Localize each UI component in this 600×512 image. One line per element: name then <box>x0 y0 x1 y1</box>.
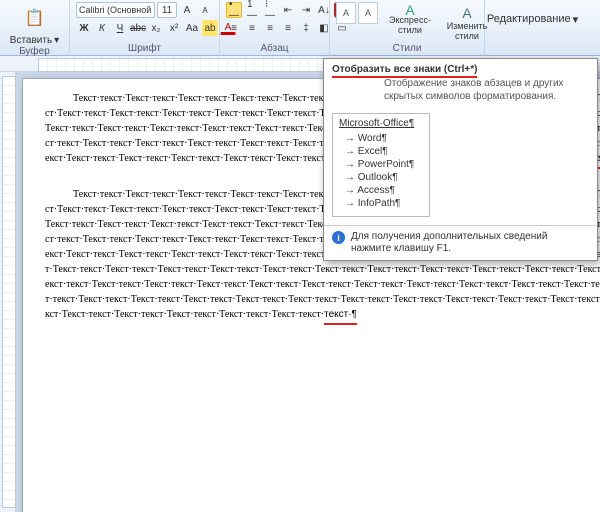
styles-row: A A A Экспресс-стили A Изменить стили <box>336 2 478 36</box>
tooltip-footer-text: Для получения дополнительных сведений на… <box>351 231 589 255</box>
tooltip-example-item: Outlook¶ <box>345 171 423 184</box>
chevron-down-icon: ▾ <box>573 13 579 26</box>
styles-group-label: Стили <box>336 43 478 54</box>
subscript-button[interactable]: x₂ <box>148 20 164 36</box>
align-center-button[interactable]: ≡ <box>244 20 260 36</box>
font-group-label: Шрифт <box>76 43 213 54</box>
align-left-button[interactable]: ≡ <box>226 20 242 36</box>
ribbon: 📋 Вставить ▾ Буфер обмена Calibri (Основ… <box>0 0 600 56</box>
editing-group-label <box>491 43 574 54</box>
info-icon: i <box>332 231 345 244</box>
ruler-vertical[interactable] <box>0 72 16 512</box>
font-row-2: Ж К Ч abc x₂ x² Aa ab A <box>76 20 213 36</box>
shrink-font-button[interactable]: A <box>197 2 213 18</box>
font-size-select[interactable]: 11 <box>157 2 177 18</box>
ribbon-group-styles: A A A Экспресс-стили A Изменить стили Ст… <box>330 0 485 56</box>
font-row-1: Calibri (Основной текст) 11 A A <box>76 2 213 18</box>
editing-label: Редактирование <box>487 13 571 25</box>
tooltip-example-item: PowerPoint¶ <box>345 158 423 171</box>
quick-styles-icon: A <box>405 5 414 15</box>
numbering-button[interactable]: 1— <box>244 2 260 18</box>
tooltip-example-item: Access¶ <box>345 184 423 197</box>
tooltip-footer: i Для получения дополнительных сведений … <box>324 225 597 260</box>
decrease-indent-button[interactable]: ⇤ <box>280 2 296 18</box>
tooltip-example-heading: Microsoft·Office¶ <box>339 118 423 129</box>
tooltip-example-box: Microsoft·Office¶ Word¶Excel¶PowerPoint¶… <box>332 113 430 217</box>
chevron-down-icon[interactable]: ▾ <box>54 35 59 46</box>
tooltip-example-item: Excel¶ <box>345 145 423 158</box>
italic-button[interactable]: К <box>94 20 110 36</box>
paste-label-row: Вставить ▾ <box>10 35 59 46</box>
bold-button[interactable]: Ж <box>76 20 92 36</box>
styles-gallery[interactable]: A A <box>336 2 378 24</box>
change-styles-icon: A <box>462 5 471 21</box>
quick-styles-button[interactable]: A Экспресс-стили <box>382 2 438 38</box>
increase-indent-button[interactable]: ⇥ <box>298 2 314 18</box>
align-right-button[interactable]: ≡ <box>262 20 278 36</box>
style-swatch-2[interactable]: A <box>358 2 378 24</box>
change-styles-label: Изменить стили <box>445 21 489 41</box>
strike-button[interactable]: abc <box>130 20 146 36</box>
tooltip-description: Отображение знаков абзацев и других скры… <box>324 77 597 109</box>
paste-button[interactable]: 📋 <box>15 2 55 34</box>
para-row-1: •— 1— ⁝— ⇤ ⇥ A↓ ¶ <box>226 2 323 18</box>
editing-row: Редактирование ▾ <box>491 2 574 36</box>
tooltip-example-item: InfoPath¶ <box>345 197 423 210</box>
tooltip-example-item: Word¶ <box>345 132 423 145</box>
line-spacing-button[interactable]: ‡ <box>298 20 314 36</box>
paste-icon: 📋 <box>25 8 45 28</box>
bullets-button[interactable]: •— <box>226 2 242 18</box>
ribbon-group-clipboard: 📋 Вставить ▾ Буфер обмена <box>0 0 70 56</box>
pilcrow-tooltip: Отобразить все знаки (Ctrl+*) Отображени… <box>323 58 598 261</box>
ribbon-group-editing: Редактирование ▾ <box>485 0 580 56</box>
editing-button[interactable]: Редактирование ▾ <box>491 12 574 27</box>
align-justify-button[interactable]: ≡ <box>280 20 296 36</box>
grow-font-button[interactable]: A <box>179 2 195 18</box>
paste-label[interactable]: Вставить <box>10 35 52 46</box>
highlight-button[interactable]: ab <box>202 20 218 36</box>
paragraph-group-label: Абзац <box>226 43 323 54</box>
superscript-button[interactable]: x² <box>166 20 182 36</box>
tooltip-example-list: Word¶Excel¶PowerPoint¶Outlook¶Access¶Inf… <box>339 132 423 210</box>
ribbon-group-paragraph: •— 1— ⁝— ⇤ ⇥ A↓ ¶ ≡ ≡ ≡ ≡ ‡ ◧ ▭ Абзац <box>220 0 330 56</box>
change-case-button[interactable]: Aa <box>184 20 200 36</box>
ribbon-group-font: Calibri (Основной текст) 11 A A Ж К Ч ab… <box>70 0 220 56</box>
para-row-2: ≡ ≡ ≡ ≡ ‡ ◧ ▭ <box>226 20 323 36</box>
multilevel-button[interactable]: ⁝— <box>262 2 278 18</box>
style-swatch-1[interactable]: A <box>336 2 356 24</box>
underline-button[interactable]: Ч <box>112 20 128 36</box>
tooltip-title: Отобразить все знаки (Ctrl+*) <box>324 59 597 77</box>
quick-styles-label: Экспресс-стили <box>385 15 435 35</box>
font-name-select[interactable]: Calibri (Основной текст) <box>76 2 155 18</box>
